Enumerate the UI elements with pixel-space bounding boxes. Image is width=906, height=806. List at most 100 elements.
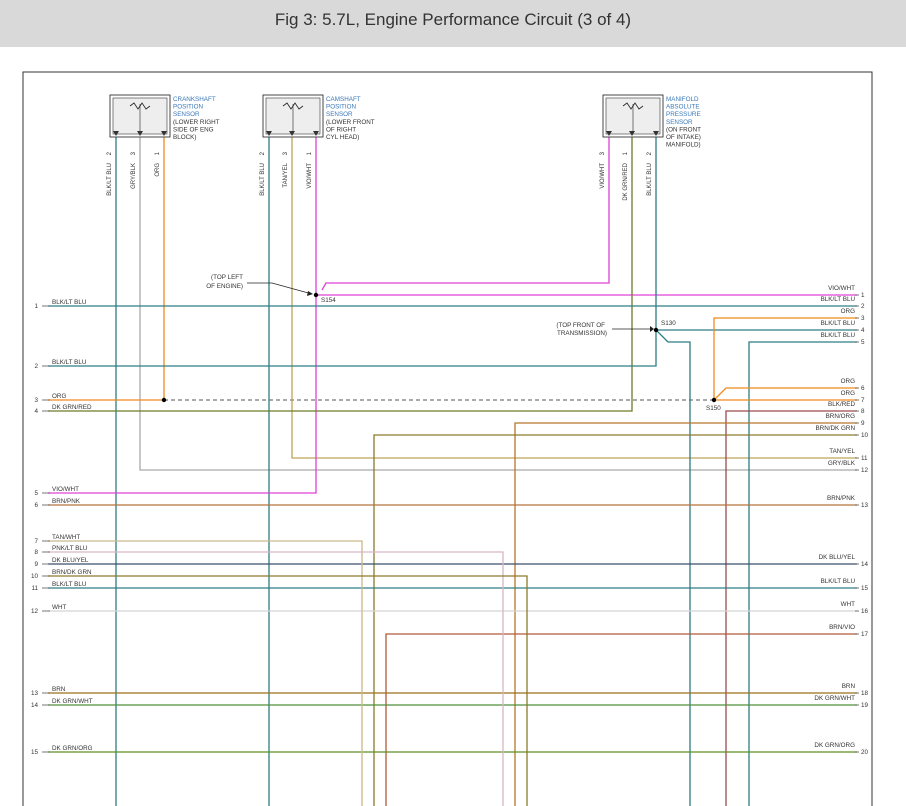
left-pin-wire-label: BLK/LT BLU [52, 581, 87, 588]
left-pin-wire-label: BRN/DK GRN [52, 569, 92, 576]
left-pin-number: 9 [34, 561, 38, 568]
left-pin-wire-label: BRN/PNK [52, 498, 81, 505]
cmp-location-note: (LOWER FRONT [326, 119, 375, 126]
right-pin-wire-label: BRN/VIO [829, 624, 855, 631]
cmp-location-note: CYL HEAD) [326, 134, 359, 141]
right-pin-wire-label: BLK/LT BLU [821, 320, 856, 327]
map-name-label: ABSOLUTE [666, 104, 700, 111]
right-pin-wire-label: BLK/RED [828, 401, 855, 408]
cmp-name-label: CAMSHAFT [326, 96, 361, 103]
right-pin-number: 13 [861, 502, 869, 509]
right-pin-number: 16 [861, 608, 869, 615]
splice-s130-arrow-icon [650, 326, 654, 332]
wire-vio-wht-left [48, 137, 317, 494]
map-pin-wire-label: VIO/WHT [600, 163, 606, 189]
ckp-pin-number: 1 [155, 151, 161, 155]
left-pin-wire-label: BLK/LT BLU [52, 359, 87, 366]
ckp-name-label: POSITION [173, 104, 204, 111]
cmp-name-label: POSITION [326, 104, 357, 111]
left-pin-number: 2 [34, 363, 38, 370]
wire-tan-wht [48, 540, 363, 806]
map-name-label: SENSOR [666, 119, 693, 126]
right-pin-wire-label: GRY/BLK [828, 460, 856, 467]
ckp-pin-wire-label: GRY/BLK [131, 163, 137, 189]
right-pin-number: 10 [861, 432, 869, 439]
splice-s130-note: TRANSMISSION) [557, 330, 607, 337]
map-location-note: OF INTAKE) [666, 134, 701, 141]
ckp-pin-number: 2 [107, 151, 113, 155]
right-pin-number: 6 [861, 385, 865, 392]
right-pin-number: 4 [861, 327, 865, 334]
right-pin-wire-label: VIO/WHT [828, 285, 855, 292]
ckp-location-note: SIDE OF ENG [173, 126, 214, 133]
splice-s130-label: S130 [661, 320, 676, 327]
right-pin-number: 3 [861, 315, 865, 322]
diagram-frame [22, 71, 873, 806]
left-pin-number: 3 [34, 397, 38, 404]
cmp-location-note: OF RIGHT [326, 126, 356, 133]
junction-org-dot [161, 397, 167, 403]
left-pin-wire-label: VIO/WHT [52, 486, 79, 493]
map-location-note: MANIFOLD) [666, 142, 701, 149]
left-pin-number: 10 [31, 573, 39, 580]
ckp-pin-wire-label: ORG [155, 163, 161, 177]
splice-s154-arrow-icon [307, 291, 313, 296]
left-pin-number: 15 [31, 749, 39, 756]
splice-s150-label: S150 [706, 405, 721, 412]
left-pin-number: 14 [31, 702, 39, 709]
left-pin-number: 4 [34, 408, 38, 415]
ckp-pin-number: 3 [131, 151, 137, 155]
right-pin-number: 5 [861, 339, 865, 346]
right-pin-wire-label: BLK/LT BLU [821, 578, 856, 585]
right-pin-wire-label: DK BLU/YEL [819, 554, 856, 561]
right-pin-wire-label: BLK/LT BLU [821, 332, 856, 339]
cmp-pin-number: 2 [260, 151, 266, 155]
right-pin-number: 20 [861, 749, 869, 756]
left-pin-wire-label: PNK/LT BLU [52, 545, 88, 552]
map-name-label: PRESSURE [666, 111, 701, 118]
ckp-name-label: CRANKSHAFT [173, 96, 216, 103]
labels-layer: 2BLK/LT BLU3GRY/BLK1ORGCRANKSHAFTPOSITIO… [31, 96, 869, 756]
left-pin-wire-label: BRN [52, 686, 66, 693]
right-pin-wire-label: BRN [842, 683, 856, 690]
right-pin-wire-label: DK GRN/ORG [814, 742, 855, 749]
left-pin-wire-label: DK GRN/ORG [52, 745, 93, 752]
left-pin-number: 5 [34, 490, 38, 497]
left-pin-wire-label: TAN/WHT [52, 534, 80, 541]
cmp-name-label: SENSOR [326, 111, 353, 118]
splice-s130-note: (TOP FRONT OF [556, 322, 605, 329]
left-pin-wire-label: ORG [52, 393, 66, 400]
right-pin-wire-label: TAN/YEL [829, 448, 855, 455]
left-pin-wire-label: WHT [52, 604, 66, 611]
right-pin-number: 17 [861, 631, 869, 638]
map-pin-wire-label: BLK/LT BLU [647, 163, 653, 196]
cmp-pin-wire-label: TAN/YEL [283, 162, 289, 187]
right-pin-number: 15 [861, 585, 869, 592]
cmp-pin-wire-label: BLK/LT BLU [260, 163, 266, 196]
map-pin-number: 3 [600, 151, 606, 155]
map-pin-number: 2 [647, 151, 653, 155]
wire-org-6 [713, 387, 857, 401]
left-pin-wire-label: DK GRN/RED [52, 404, 92, 411]
wire-brn-org [514, 422, 857, 806]
map-pin-wire-label: DK GRN/RED [623, 162, 629, 200]
right-pin-wire-label: ORG [841, 378, 855, 385]
right-pin-wire-label: DK GRN/WHT [814, 695, 855, 702]
splice-s130-dot [653, 327, 659, 333]
left-pin-wire-label: DK BLU/YEL [52, 557, 89, 564]
right-pin-number: 8 [861, 408, 865, 415]
right-pin-wire-label: ORG [841, 308, 855, 315]
wires-layer [48, 137, 857, 806]
right-pin-number: 14 [861, 561, 869, 568]
right-pin-number: 18 [861, 690, 869, 697]
splice-s154-note: OF ENGINE) [206, 283, 243, 290]
cmp-pin-number: 1 [307, 151, 313, 155]
right-pin-wire-label: ORG [841, 390, 855, 397]
right-pin-wire-label: BLK/LT BLU [821, 296, 856, 303]
left-pin-number: 1 [34, 303, 38, 310]
left-pin-number: 8 [34, 549, 38, 556]
map-location-note: (ON FRONT [666, 126, 701, 133]
wire-s130-drop [655, 329, 691, 806]
ckp-location-note: BLOCK) [173, 134, 196, 141]
left-pin-wire-label: BLK/LT BLU [52, 299, 87, 306]
